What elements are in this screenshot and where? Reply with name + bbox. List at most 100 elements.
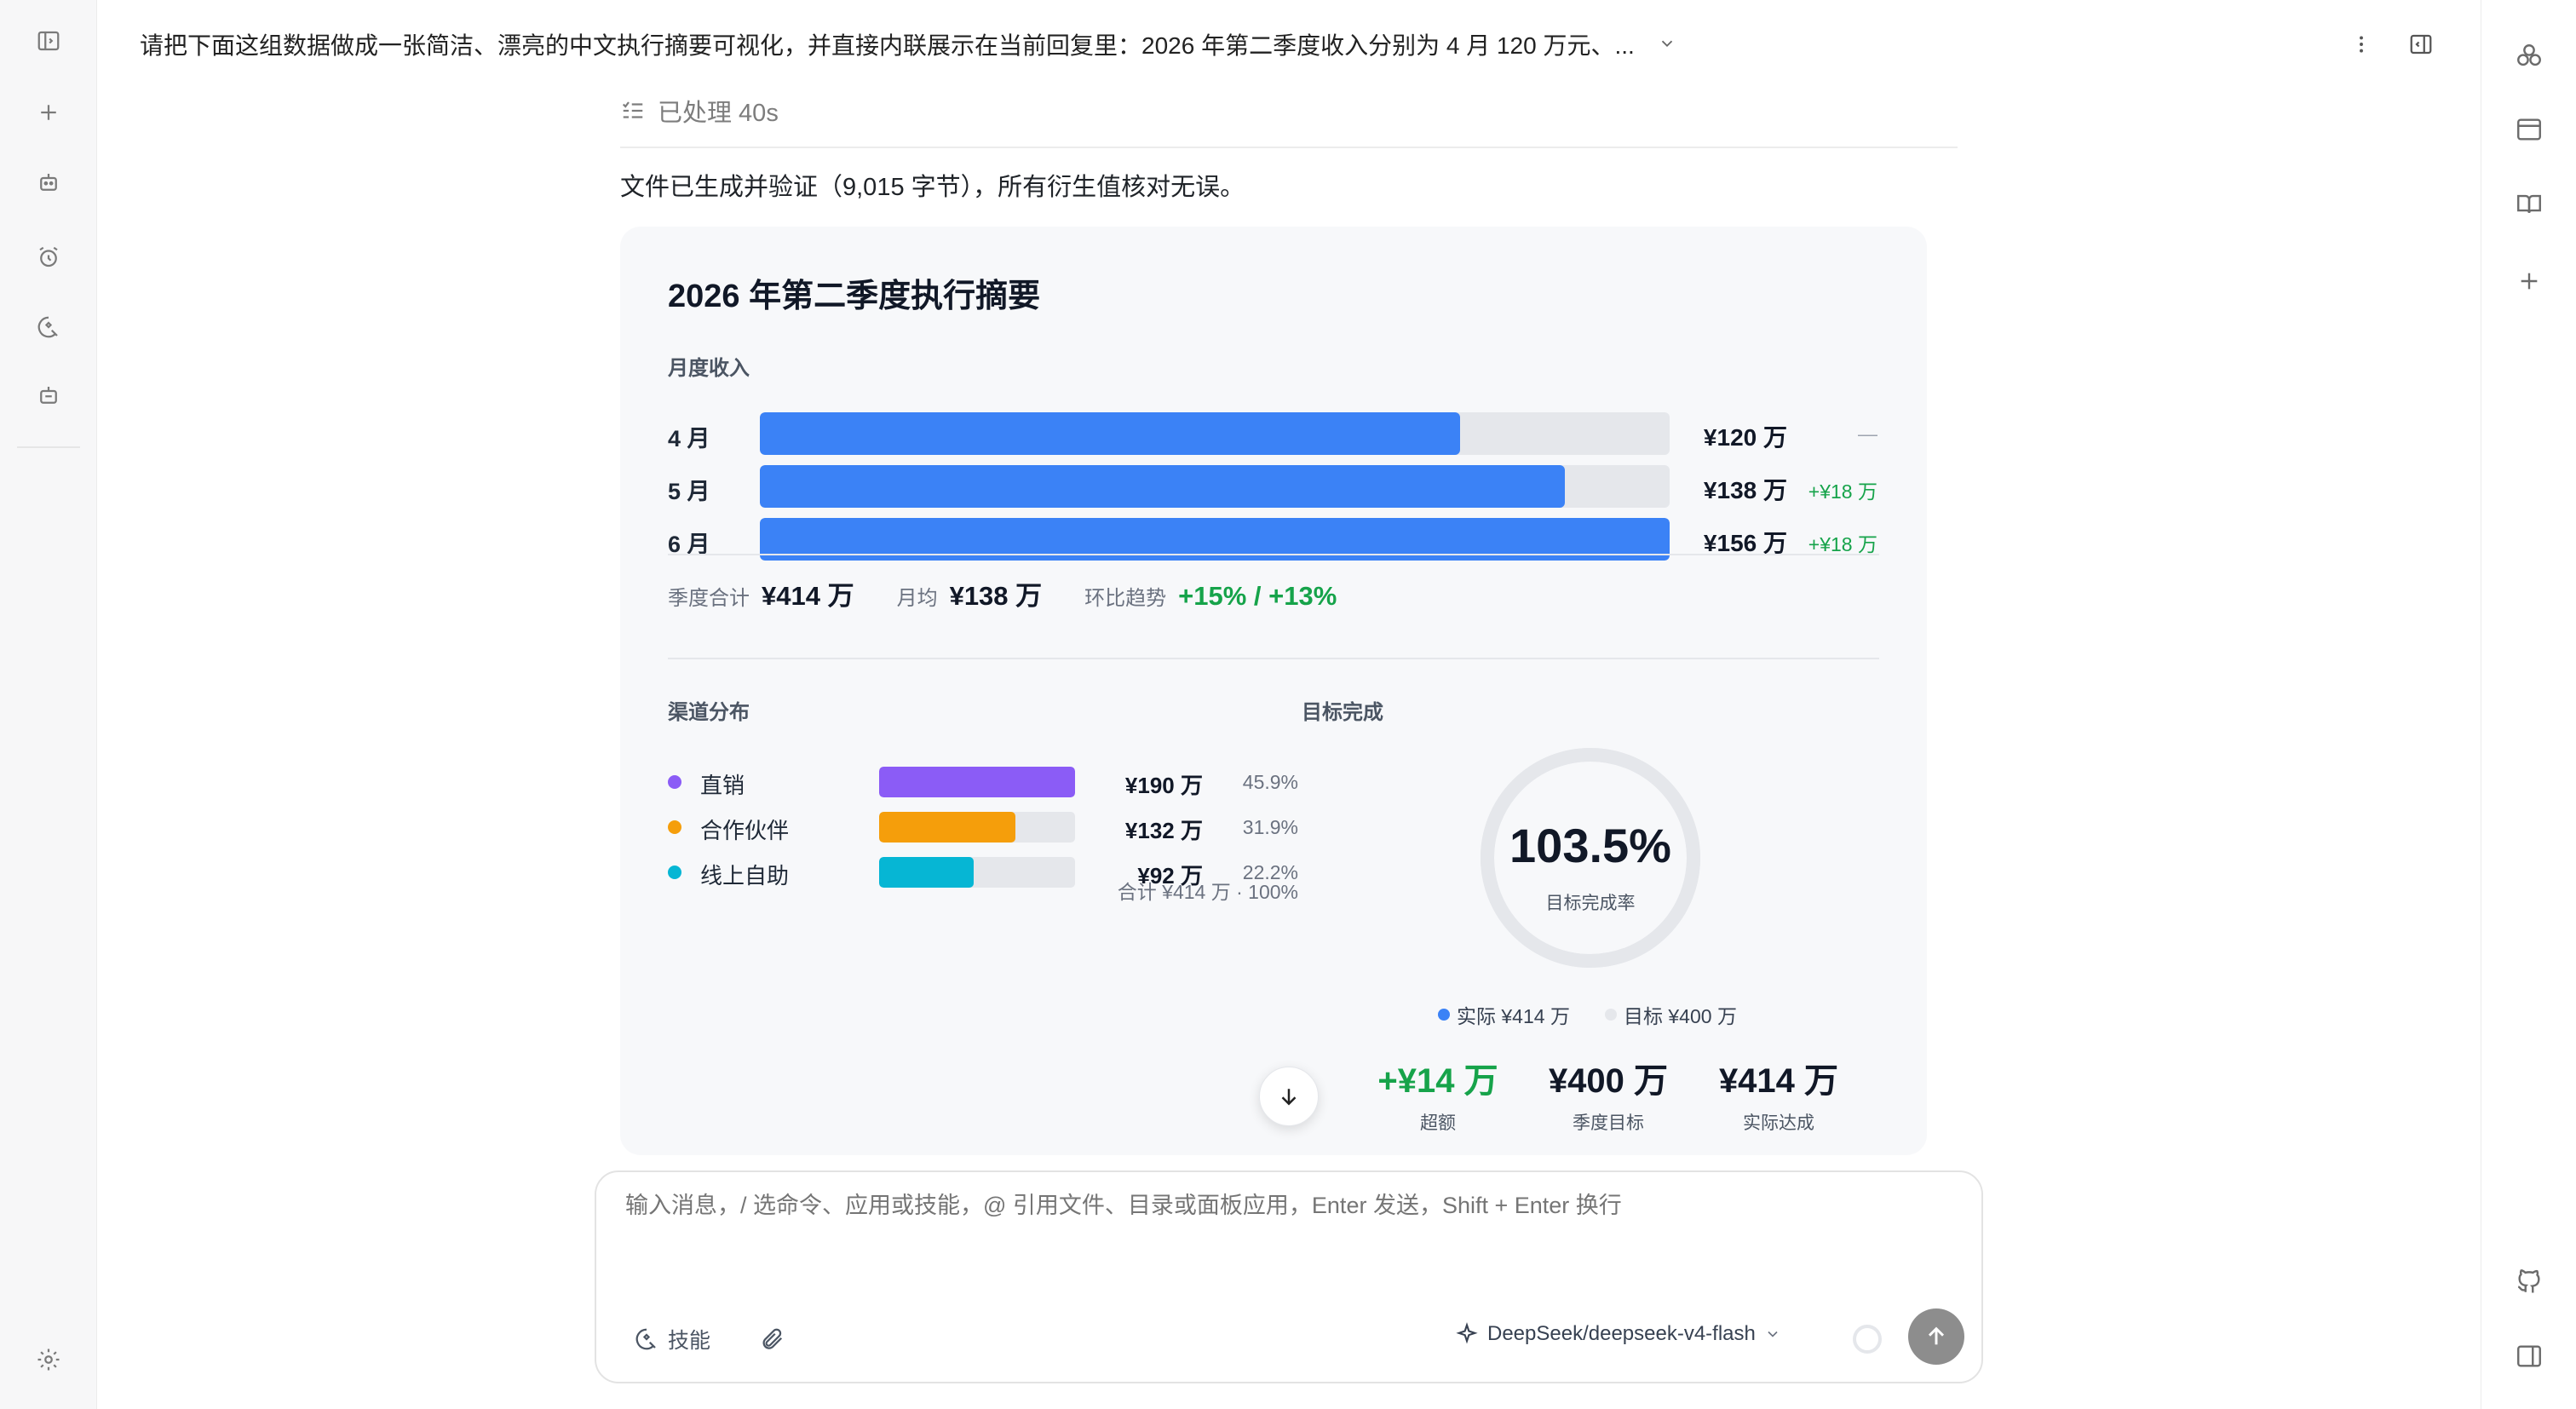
right-sidebar	[2481, 0, 2576, 1409]
model-selector[interactable]: DeepSeek/deepseek-v4-flash	[1455, 1322, 1781, 1346]
chevron-down-icon	[1764, 1326, 1781, 1343]
channel-bar	[879, 767, 1075, 797]
collapse-panel-icon[interactable]	[2402, 26, 2440, 63]
kpi-excess-label: 超额	[1420, 1113, 1456, 1133]
left-sidebar	[0, 0, 97, 1409]
kpi-excess-value: +¥14 万	[1377, 1062, 1498, 1100]
status-divider	[620, 147, 1958, 148]
legend-target: 目标 ¥400 万	[1605, 1000, 1737, 1029]
new-chat-icon[interactable]	[28, 92, 69, 133]
card-title: 2026 年第二季度执行摘要	[668, 279, 1041, 314]
legend-actual-dot	[1438, 1009, 1450, 1021]
total-value: ¥414 万	[762, 581, 854, 611]
target-section-title: 目标完成	[1302, 701, 1383, 724]
skills-label: 技能	[668, 1329, 711, 1353]
kpi-target: ¥400 万 季度目标	[1525, 1053, 1692, 1135]
skills-icon	[634, 1326, 659, 1352]
arrow-down-icon	[1276, 1084, 1302, 1109]
channel-value: ¥132 万	[1124, 818, 1203, 843]
github-icon[interactable]	[2509, 1261, 2550, 1302]
stats-row: 季度合计 ¥414 万 月均 ¥138 万 环比趋势 +15% / +13%	[668, 574, 1337, 612]
chevron-down-icon[interactable]	[1654, 31, 1680, 56]
executive-summary-card: 2026 年第二季度执行摘要 月度收入 4 月 ¥120 万 — 5 月 ¥138 万 +…	[620, 227, 1927, 1155]
avg-label: 月均	[896, 587, 938, 610]
month-bar	[760, 412, 1460, 455]
channel-total: 合计 ¥414 万 · 100%	[1117, 881, 1298, 903]
legend-actual: 实际 ¥414 万	[1438, 1000, 1570, 1029]
month-label: 4 月	[668, 426, 710, 451]
channel-bar-track	[879, 767, 1075, 797]
gauge-label: 目标完成率	[1545, 894, 1636, 913]
channel-dot	[668, 775, 681, 789]
send-button[interactable]	[1908, 1308, 1964, 1365]
channel-bar-track	[879, 857, 1075, 888]
top-bar: 请把下面这组数据做成一张简洁、漂亮的中文执行摘要可视化，并直接内联展示在当前回复…	[97, 0, 2481, 90]
channel-percent: 45.9%	[1242, 771, 1298, 793]
legend-target-text: 目标 ¥400 万	[1624, 1005, 1737, 1027]
month-delta: —	[1858, 423, 1877, 445]
channel-name: 线上自助	[700, 863, 790, 889]
monthly-divider	[668, 554, 1879, 555]
arrow-up-icon	[1923, 1323, 1950, 1350]
book-icon[interactable]	[2509, 184, 2550, 225]
total-label: 季度合计	[668, 587, 750, 610]
trend-label: 环比趋势	[1084, 587, 1167, 610]
channel-name: 合作伙伴	[700, 818, 790, 843]
loading-spinner-icon	[1849, 1320, 1886, 1358]
model-name: DeepSeek/deepseek-v4-flash	[1487, 1322, 1756, 1345]
processed-status[interactable]: 已处理 40s	[620, 94, 779, 128]
channel-section-title: 渠道分布	[668, 701, 750, 724]
channel-dot	[668, 820, 681, 834]
checklist-icon	[620, 98, 646, 124]
legend-actual-text: 实际 ¥414 万	[1457, 1005, 1570, 1027]
agent-icon[interactable]	[28, 375, 69, 416]
kpi-target-label: 季度目标	[1573, 1113, 1644, 1133]
channel-percent: 31.9%	[1242, 816, 1298, 838]
add-panel-icon[interactable]	[2509, 261, 2550, 302]
channel-name: 直销	[700, 773, 745, 798]
section-divider	[668, 658, 1879, 659]
kpi-excess: +¥14 万 超额	[1354, 1053, 1521, 1135]
month-bar-track	[760, 465, 1670, 508]
kpi-actual-label: 实际达成	[1743, 1113, 1814, 1133]
panel-right-icon[interactable]	[2509, 1336, 2550, 1377]
apps-icon[interactable]	[2509, 36, 2550, 77]
channel-bar	[879, 857, 975, 888]
sidebar-toggle-icon[interactable]	[28, 20, 69, 61]
skills-button[interactable]: 技能	[634, 1324, 710, 1354]
trend-value: +15% / +13%	[1178, 581, 1337, 611]
settings-icon[interactable]	[28, 1339, 69, 1380]
skills-icon[interactable]	[28, 307, 69, 348]
processed-text: 已处理 40s	[658, 100, 779, 127]
channel-value: ¥190 万	[1124, 773, 1203, 798]
kpi-target-value: ¥400 万	[1548, 1062, 1669, 1100]
message-composer: 技能 DeepSeek/deepseek-v4-flash	[595, 1170, 1983, 1383]
scroll-down-button[interactable]	[1259, 1067, 1319, 1126]
month-bar	[760, 465, 1565, 508]
kpi-actual: ¥414 万 实际达成	[1695, 1053, 1862, 1135]
month-bar-track	[760, 412, 1670, 455]
avg-value: ¥138 万	[949, 581, 1043, 611]
sparkle-icon	[1455, 1322, 1479, 1346]
paperclip-icon[interactable]	[753, 1320, 791, 1358]
gauge-value: 103.5%	[1509, 819, 1671, 872]
more-vertical-icon[interactable]	[2343, 26, 2380, 63]
kpi-actual-value: ¥414 万	[1718, 1062, 1839, 1100]
bot-icon[interactable]	[28, 162, 69, 203]
month-value: ¥138 万	[1703, 477, 1787, 503]
browser-icon[interactable]	[2509, 109, 2550, 150]
month-delta: +¥18 万	[1808, 533, 1877, 555]
channel-bar-track	[879, 812, 1075, 843]
month-value: ¥120 万	[1703, 424, 1787, 451]
conversation-title[interactable]: 请把下面这组数据做成一张简洁、漂亮的中文执行摘要可视化，并直接内联展示在当前回复…	[140, 27, 1635, 61]
monthly-section-title: 月度收入	[668, 357, 750, 380]
legend-target-dot	[1605, 1009, 1617, 1021]
assistant-message: 文件已生成并验证（9,015 字节），所有衍生值核对无误。	[620, 174, 1245, 201]
sidebar-divider	[17, 446, 80, 448]
month-label: 5 月	[668, 479, 710, 504]
channel-bar	[879, 812, 1015, 843]
alarm-icon[interactable]	[28, 237, 69, 278]
month-delta: +¥18 万	[1808, 480, 1877, 503]
channel-dot	[668, 866, 681, 879]
message-input[interactable]	[625, 1193, 1903, 1219]
